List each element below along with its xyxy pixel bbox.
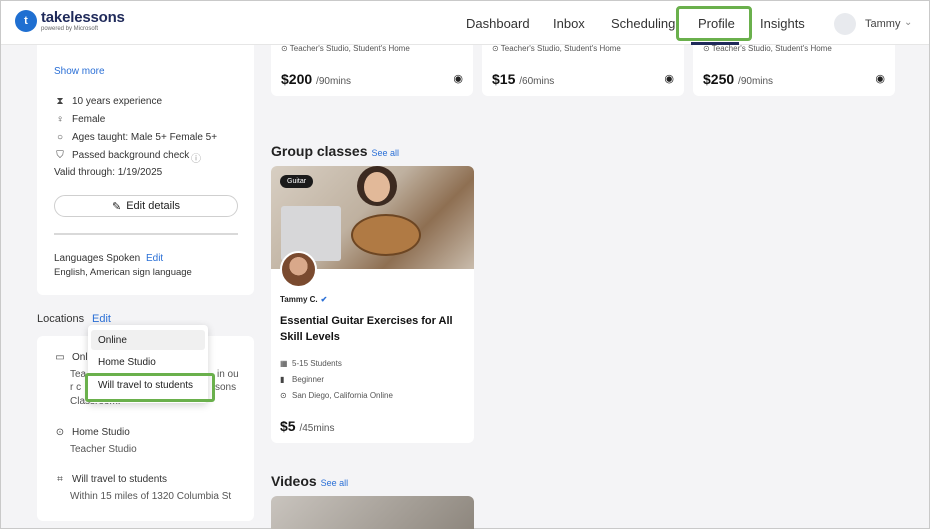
teacher-name: Tammy C. ✔ [280, 295, 328, 304]
info-icon[interactable]: ⓘ [191, 150, 201, 165]
price-card-price: $15 /60mins [492, 71, 555, 87]
group-classes-see-all[interactable]: See all [372, 148, 400, 158]
show-more-link[interactable]: Show more [54, 66, 105, 77]
price-card-price: $250 /90mins [703, 71, 774, 87]
ages-text: Ages taught: Male 5+ Female 5+ [72, 132, 218, 143]
online-desc-line2-tail: sons [215, 382, 237, 393]
chevron-down-icon[interactable]: ⌄ [904, 17, 912, 28]
location-pin-icon: ⊙ [280, 391, 287, 400]
nav-inbox[interactable]: Inbox [553, 16, 585, 31]
locations-edit-link[interactable]: Edit [92, 313, 111, 325]
languages-value: English, American sign language [54, 267, 192, 278]
dropdown-option-home-studio[interactable]: Home Studio [98, 357, 156, 368]
background-check-text: Passed background check [72, 150, 190, 161]
travel-value: Within 15 miles of 1320 Columbia St [70, 491, 232, 502]
nav-insights[interactable]: Insights [760, 16, 805, 31]
experience-text: 10 years experience [72, 96, 163, 107]
travel-highlight-box [85, 373, 215, 402]
verified-icon: ✔ [320, 295, 328, 304]
top-nav-bar: t takelessons powered by Microsoft Dashb… [1, 1, 929, 45]
eye-icon[interactable]: ◉ [875, 72, 885, 85]
location-pin-icon: ⊙ [492, 44, 501, 53]
location-pin-icon: ⊙ [703, 44, 712, 53]
user-avatar[interactable] [834, 13, 856, 35]
laptop-icon: ▭ [55, 352, 65, 363]
teacher-avatar [280, 251, 317, 288]
brand-name: takelessons [41, 9, 125, 26]
class-students: ▦ 5-15 Students [280, 359, 342, 368]
gender-icon: ♀ [56, 114, 64, 125]
group-classes-heading: Group classes See all [271, 143, 400, 159]
divider [54, 233, 238, 235]
students-icon: ▦ [280, 359, 288, 368]
price-card-location: ⊙ Teacher's Studio, Student's Home [281, 44, 410, 53]
class-location: ⊙ San Diego, California Online [280, 391, 393, 400]
videos-heading: Videos See all [271, 473, 349, 489]
edit-details-label: Edit details [126, 200, 181, 212]
level-icon: ▮ [280, 375, 285, 384]
age-icon: ○ [56, 132, 64, 143]
group-class-card[interactable]: Guitar Tammy C. ✔ Essential Guitar Exerci… [271, 166, 474, 443]
logo-icon: t [15, 10, 37, 32]
map-icon: ⌗ [57, 474, 63, 485]
online-desc-line1-tail: in ou [217, 369, 239, 380]
user-name[interactable]: Tammy [865, 18, 900, 30]
active-tab-indicator [691, 42, 739, 45]
category-tag: Guitar [280, 175, 314, 188]
price-card-location: ⊙ Teacher's Studio, Student's Home [703, 44, 832, 53]
locations-heading: Locations [37, 313, 85, 325]
eye-icon[interactable]: ◉ [664, 72, 674, 85]
travel-title: Will travel to students [72, 474, 168, 485]
home-studio-title: Home Studio [72, 427, 130, 438]
takelessons-logo[interactable]: t takelessons powered by Microsoft [15, 10, 125, 32]
online-title: Onl [72, 352, 88, 363]
brand-subtitle: powered by Microsoft [41, 26, 99, 32]
profile-highlight-box [676, 6, 752, 41]
dropdown-option-online[interactable]: Online [98, 335, 127, 346]
nav-dashboard[interactable]: Dashboard [466, 16, 530, 31]
location-pin-icon: ⊙ [55, 427, 65, 438]
class-title: Essential Guitar Exercises for All Skill… [280, 315, 453, 343]
online-desc-line1: Tea [70, 369, 87, 380]
edit-details-button[interactable]: ✎ Edit details [54, 195, 238, 217]
home-studio-value: Teacher Studio [70, 444, 137, 455]
pencil-icon: ✎ [111, 200, 122, 213]
shield-icon: ⛉ [56, 150, 64, 161]
valid-through-text: Valid through: 1/19/2025 [54, 167, 163, 178]
price-card-location: ⊙ Teacher's Studio, Student's Home [492, 44, 621, 53]
videos-see-all[interactable]: See all [321, 478, 349, 488]
location-pin-icon: ⊙ [281, 44, 290, 53]
price-card-price: $200 /90mins [281, 71, 352, 87]
class-price: $5 /45mins [280, 418, 335, 434]
video-thumbnail [271, 496, 474, 529]
languages-label: Languages Spoken Edit [54, 253, 164, 264]
online-desc-line2: r c [70, 382, 82, 393]
gender-text: Female [72, 114, 106, 125]
nav-scheduling[interactable]: Scheduling [611, 16, 675, 31]
class-level: ▮ Beginner [280, 375, 325, 384]
languages-edit-link[interactable]: Edit [146, 253, 163, 264]
hourglass-icon: ⧗ [56, 96, 64, 107]
eye-icon[interactable]: ◉ [453, 72, 463, 85]
video-card[interactable] [271, 496, 474, 529]
